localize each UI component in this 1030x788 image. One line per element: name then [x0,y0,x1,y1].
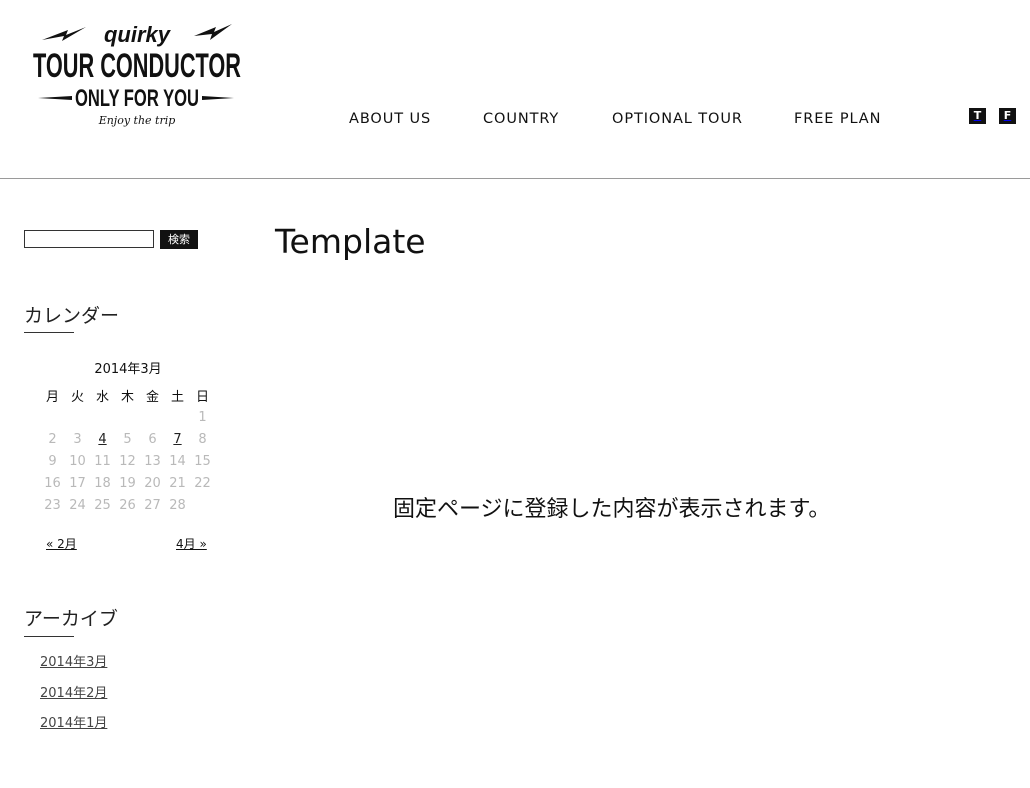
calendar-day: 10 [69,454,86,469]
calendar-day: 8 [198,432,207,447]
facebook-icon[interactable]: F [999,108,1016,124]
twitter-icon-glyph: T [969,108,986,124]
calendar-prev-month-link[interactable]: « 2月 [46,535,77,552]
logo-enjoy-the-trip: Enjoy the trip [98,114,176,127]
weekday-sun: 日 [195,390,209,405]
calendar-day: 17 [69,476,86,491]
calendar-day: 28 [169,498,186,513]
calendar-caption: 2014年3月 [94,362,162,377]
logo-dash-left [38,96,72,100]
logo-dash-right [202,96,234,100]
nav-free-plan[interactable]: FREE PLAN [794,111,881,127]
weekday-wed: 水 [95,390,109,405]
calendar-day: 26 [119,498,136,513]
archive-widget-title: アーカイブ [24,608,118,630]
lightning-bolt-right [194,24,232,40]
calendar-day: 5 [123,432,132,447]
archive-title-underline [24,636,74,637]
calendar-widget-title: カレンダー [24,305,120,327]
calendar-day: 27 [144,498,161,513]
calendar-day: 24 [69,498,86,513]
facebook-icon-glyph: F [999,108,1016,124]
nav-about-us[interactable]: ABOUT US [349,111,431,127]
calendar-day[interactable]: 7 [165,432,190,447]
calendar-day: 16 [44,476,61,491]
weekday-thu: 木 [120,390,134,405]
logo-tour-conductor: TOUR CONDUCTOR [33,47,241,85]
calendar-day: 22 [194,476,211,491]
site-logo[interactable]: quirky TOUR CONDUCTOR ONLY FOR YOU Enjoy… [28,14,246,132]
calendar-day: 6 [148,432,157,447]
calendar-day: 9 [48,454,57,469]
calendar-day: 14 [169,454,186,469]
twitter-icon[interactable]: T [969,108,986,124]
archive-link[interactable]: 2014年2月 [40,682,107,701]
calendar-day: 13 [144,454,161,469]
weekday-fri: 金 [145,390,159,405]
search-button[interactable]: 検索 [160,230,198,249]
calendar-day: 25 [94,498,111,513]
search-input[interactable] [24,230,154,248]
calendar-day: 21 [169,476,186,491]
weekday-mon: 月 [45,390,59,405]
weekday-tue: 火 [70,390,84,405]
weekday-sat: 土 [170,390,184,405]
page-content-text: 固定ページに登録した内容が表示されます。 [393,497,831,522]
logo-only-for-you: ONLY FOR YOU [75,85,199,112]
calendar-day: 12 [119,454,136,469]
page-title: Template [275,222,426,261]
archive-link[interactable]: 2014年3月 [40,651,107,670]
calendar-day: 3 [73,432,82,447]
calendar-day: 1 [198,410,207,425]
site-header: quirky TOUR CONDUCTOR ONLY FOR YOU Enjoy… [0,0,1030,179]
calendar-day: 2 [48,432,57,447]
calendar-day: 19 [119,476,136,491]
lightning-bolt-left [42,27,86,41]
calendar-day[interactable]: 4 [90,432,115,447]
calendar-day: 18 [94,476,111,491]
calendar-title-underline [24,332,74,333]
calendar-day: 11 [94,454,111,469]
nav-country[interactable]: COUNTRY [483,111,559,127]
archive-link[interactable]: 2014年1月 [40,712,107,731]
logo-quirky: quirky [104,22,172,47]
calendar-day: 15 [194,454,211,469]
calendar-day: 20 [144,476,161,491]
calendar-day: 23 [44,498,61,513]
nav-optional-tour[interactable]: OPTIONAL TOUR [612,111,743,127]
calendar-next-month-link[interactable]: 4月 » [176,535,207,552]
